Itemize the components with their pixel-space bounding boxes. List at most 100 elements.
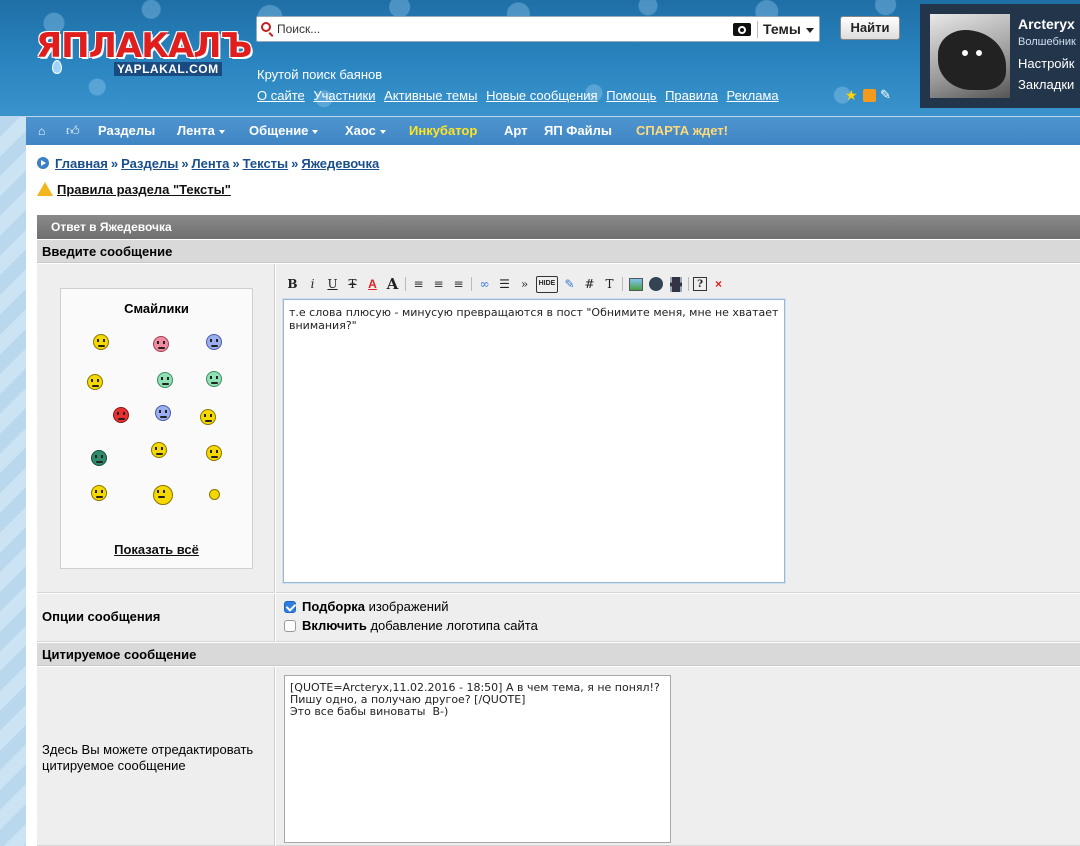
smiley-girl-icon[interactable] [206, 445, 222, 461]
italic-button[interactable]: i [304, 276, 321, 293]
nav-sparta[interactable]: СПАРТА ждет! [636, 123, 728, 138]
align-right-icon[interactable]: ≡ [450, 276, 467, 293]
hash-button[interactable]: # [581, 276, 598, 293]
rss-icon[interactable] [863, 89, 876, 102]
nav-social[interactable]: Общение [249, 123, 319, 138]
logo-text: ЯПЛАКАЛЪ [36, 26, 252, 66]
pencil-icon[interactable]: ✎ [880, 88, 894, 102]
link-members[interactable]: Участники [313, 88, 375, 103]
smiley-pointing-icon[interactable] [87, 374, 103, 390]
edit-icon[interactable]: ✎ [561, 276, 578, 293]
nav-feed[interactable]: Лента [177, 123, 225, 138]
link-rules[interactable]: Правила [665, 88, 718, 103]
site-logo[interactable]: ЯПЛАКАЛЪ YAPLAKAL.COM [36, 26, 252, 78]
warning-icon [37, 182, 53, 196]
quote-button[interactable]: » [516, 276, 533, 293]
nav-sections[interactable]: Разделы [98, 123, 155, 138]
section-rules-link[interactable]: Правила раздела "Тексты" [57, 182, 231, 197]
header-icons: ★ ✎ [845, 88, 894, 102]
search-box: Темы [256, 16, 820, 42]
nav-chaos[interactable]: Хаос [345, 123, 386, 138]
thumbs-up-icon[interactable]: 👍︎ [66, 124, 80, 138]
list-icon[interactable]: ☰ [496, 276, 513, 293]
smiley-crazy-icon[interactable] [155, 405, 171, 421]
nav-feed-label: Лента [177, 123, 215, 138]
link-new-posts[interactable]: Новые сообщения [486, 88, 598, 103]
section-rules: Правила раздела "Тексты" [37, 182, 231, 197]
breadcrumb-sep: » [232, 156, 240, 171]
star-icon[interactable]: ★ [845, 88, 859, 102]
avatar-eye [960, 48, 970, 58]
home-icon[interactable]: ⌂ [38, 125, 50, 137]
username[interactable]: Arcteryx [1018, 16, 1075, 32]
search-tagline[interactable]: Крутой поиск баянов [257, 67, 382, 82]
find-button[interactable]: Найти [840, 16, 900, 40]
option-gallery[interactable]: Подборка изображений [284, 599, 448, 614]
nav-incubator[interactable]: Инкубатор [409, 123, 477, 138]
camera-icon[interactable] [733, 23, 751, 36]
link-icon[interactable]: ∞ [476, 276, 493, 293]
breadcrumb: Главная» Разделы» Лента» Тексты» Яжедевочка [37, 156, 379, 171]
tear-drop-icon [52, 60, 62, 74]
breadcrumb-feed[interactable]: Лента [192, 156, 230, 171]
show-all-link[interactable]: Показать всё [114, 542, 199, 557]
close-button[interactable]: × [710, 276, 727, 293]
site-header: ЯПЛАКАЛЪ YAPLAKAL.COM Темы Найти Крутой … [0, 0, 1080, 116]
nav-social-label: Общение [249, 123, 309, 138]
smiley-cool-icon[interactable] [93, 334, 109, 350]
bookmarks-link[interactable]: Закладки [1018, 77, 1074, 92]
film-icon[interactable] [669, 276, 682, 292]
search-input[interactable] [277, 20, 727, 38]
smiley-love-icon[interactable] [153, 336, 169, 352]
smiley-shoot-icon[interactable] [113, 407, 129, 423]
avatar[interactable] [930, 14, 1010, 98]
underline-button[interactable]: U [324, 276, 341, 293]
smiley-roll-icon[interactable] [206, 371, 222, 387]
smiley-facepalm-icon[interactable] [151, 442, 167, 458]
smiley-star-icon[interactable] [209, 489, 220, 500]
settings-link[interactable]: Настройк [1018, 56, 1074, 71]
nav-files[interactable]: ЯП Файлы [544, 123, 612, 138]
breadcrumb-topic[interactable]: Яжедевочка [301, 156, 379, 171]
smiley-gun-icon[interactable] [157, 372, 173, 388]
link-about[interactable]: О сайте [257, 88, 305, 103]
text-button[interactable]: T [601, 276, 618, 293]
divider [757, 21, 758, 38]
link-help[interactable]: Помощь [606, 88, 656, 103]
font-color-button[interactable]: A [364, 276, 381, 293]
smiley-sad-icon[interactable] [206, 334, 222, 350]
toolbar-divider [471, 277, 472, 291]
breadcrumb-texts[interactable]: Тексты [243, 156, 289, 171]
topics-select[interactable]: Темы [763, 21, 814, 37]
align-center-icon[interactable]: ≡ [430, 276, 447, 293]
top-links: О сайте Участники Активные темы Новые со… [257, 88, 784, 103]
nav-art[interactable]: Арт [504, 123, 528, 138]
link-ads[interactable]: Реклама [726, 88, 778, 103]
strikethrough-button[interactable]: Ŧ [344, 276, 361, 293]
smiley-medal-icon[interactable] [91, 485, 107, 501]
message-textarea[interactable]: т.е слова плюсую - минусую превращаются … [283, 299, 785, 583]
breadcrumb-sections[interactable]: Разделы [121, 156, 178, 171]
option-logo[interactable]: Включить добавление логотипа сайта [284, 618, 538, 633]
align-left-icon[interactable]: ≡ [410, 276, 427, 293]
bold-button[interactable]: B [284, 276, 301, 293]
video-icon[interactable] [648, 277, 663, 291]
avatar-eye [974, 48, 984, 58]
logo-checkbox[interactable] [284, 620, 296, 632]
main-nav: ⌂ 👍︎ Разделы Лента Общение Хаос Инкубато… [26, 117, 1080, 145]
option-gallery-bold: Подборка [302, 599, 366, 614]
smiley-laugh-icon[interactable] [153, 485, 173, 505]
main-content: Главная» Разделы» Лента» Тексты» Яжедевочка … [26, 145, 1080, 846]
font-size-button[interactable]: A [384, 275, 401, 293]
hide-button[interactable]: HIDE [536, 275, 558, 293]
editor-toolbar: B i U Ŧ A A ≡ ≡ ≡ ∞ ☰ » HIDE ✎ # T ? × [284, 275, 730, 293]
image-icon[interactable] [628, 277, 643, 291]
reply-panel-title: Ответ в Яжедевочка [37, 215, 1080, 239]
breadcrumb-home[interactable]: Главная [55, 156, 108, 171]
link-active-topics[interactable]: Активные темы [384, 88, 477, 103]
smiley-guitar-icon[interactable] [200, 409, 216, 425]
quote-textarea[interactable]: [QUOTE=Arcteryx,11.02.2016 - 18:50] А в … [284, 675, 671, 843]
gallery-checkbox[interactable] [284, 601, 296, 613]
smiley-troll-icon[interactable] [91, 450, 107, 466]
help-button[interactable]: ? [693, 277, 707, 291]
